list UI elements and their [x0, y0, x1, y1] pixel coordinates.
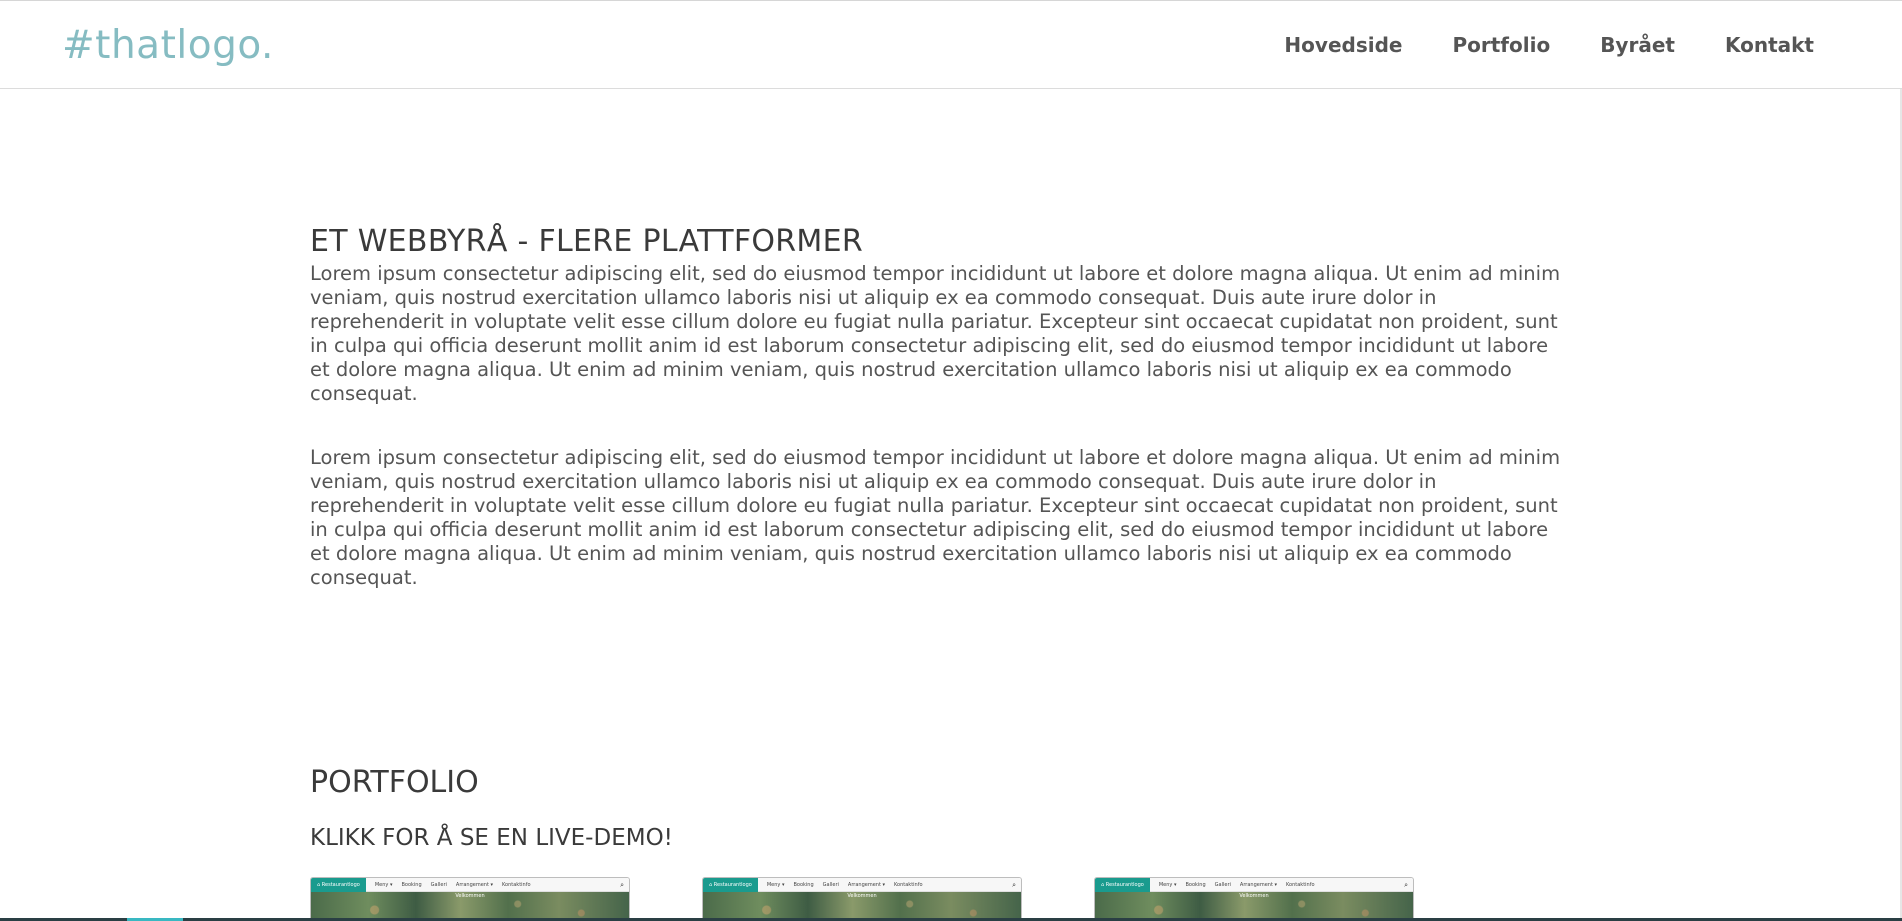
thumbnail-brand: ⌂ Restaurantlogo: [703, 878, 758, 892]
search-icon: ⌕: [620, 881, 624, 889]
thumbnail-brand: ⌂ Restaurantlogo: [311, 878, 366, 892]
thumbnail-navbar: ⌂ Restaurantlogo Meny ▾ Booking Galleri …: [703, 878, 1021, 892]
thumbnail-link: Kontaktinfo: [502, 881, 531, 888]
portfolio-thumbnail-2[interactable]: ⌂ Restaurantlogo Meny ▾ Booking Galleri …: [702, 877, 1022, 921]
site-logo[interactable]: #thatlogo.: [62, 23, 274, 68]
thumbnail-caption: Velkommen: [847, 893, 877, 899]
thumbnail-link: Galleri: [430, 881, 447, 888]
thumbnail-navbar: ⌂ Restaurantlogo Meny ▾ Booking Galleri …: [311, 878, 629, 892]
portfolio-heading: PORTFOLIO: [310, 765, 479, 800]
thumbnail-link: Galleri: [1214, 881, 1231, 888]
site-header: #thatlogo. Hovedside Portfolio Byrået Ko…: [0, 0, 1902, 89]
portfolio-thumbnail-1[interactable]: ⌂ Restaurantlogo Meny ▾ Booking Galleri …: [310, 877, 630, 921]
nav-item-hovedside[interactable]: Hovedside: [1284, 33, 1402, 57]
thumbnail-link: Arrangement ▾: [847, 881, 886, 888]
intro-paragraph-2: Lorem ipsum consectetur adipiscing elit,…: [310, 446, 1561, 589]
thumbnail-link: Kontaktinfo: [894, 881, 923, 888]
thumbnail-link: Meny ▾: [766, 881, 785, 888]
nav-item-byraet[interactable]: Byrået: [1600, 33, 1675, 57]
home-icon: ⌂: [709, 881, 713, 888]
intro-paragraph-1: Lorem ipsum consectetur adipiscing elit,…: [310, 262, 1561, 405]
thumbnail-link: Galleri: [822, 881, 839, 888]
intro-heading: ET WEBBYRÅ - FLERE PLATTFORMER: [310, 224, 864, 259]
thumbnail-link: Meny ▾: [1158, 881, 1177, 888]
search-icon: ⌕: [1404, 881, 1408, 889]
thumbnail-brand: ⌂ Restaurantlogo: [1095, 878, 1150, 892]
nav-item-portfolio[interactable]: Portfolio: [1452, 33, 1550, 57]
portfolio-subheading: KLIKK FOR Å SE EN LIVE-DEMO!: [310, 825, 673, 851]
thumbnail-link: Kontaktinfo: [1286, 881, 1315, 888]
portfolio-grid: ⌂ Restaurantlogo Meny ▾ Booking Galleri …: [310, 877, 1414, 921]
thumbnail-link: Meny ▾: [374, 881, 393, 888]
thumbnail-caption: Velkommen: [455, 893, 485, 899]
thumbnail-link: Booking: [793, 881, 814, 888]
thumbnail-navbar: ⌂ Restaurantlogo Meny ▾ Booking Galleri …: [1095, 878, 1413, 892]
home-icon: ⌂: [317, 881, 321, 888]
main-nav: Hovedside Portfolio Byrået Kontakt: [1284, 33, 1814, 57]
nav-item-kontakt[interactable]: Kontakt: [1725, 33, 1814, 57]
portfolio-thumbnail-3[interactable]: ⌂ Restaurantlogo Meny ▾ Booking Galleri …: [1094, 877, 1414, 921]
thumbnail-link: Booking: [401, 881, 422, 888]
thumbnail-link: Arrangement ▾: [455, 881, 494, 888]
home-icon: ⌂: [1101, 881, 1105, 888]
search-icon: ⌕: [1012, 881, 1016, 889]
thumbnail-link: Arrangement ▾: [1239, 881, 1278, 888]
thumbnail-caption: Velkommen: [1239, 893, 1269, 899]
thumbnail-link: Booking: [1185, 881, 1206, 888]
